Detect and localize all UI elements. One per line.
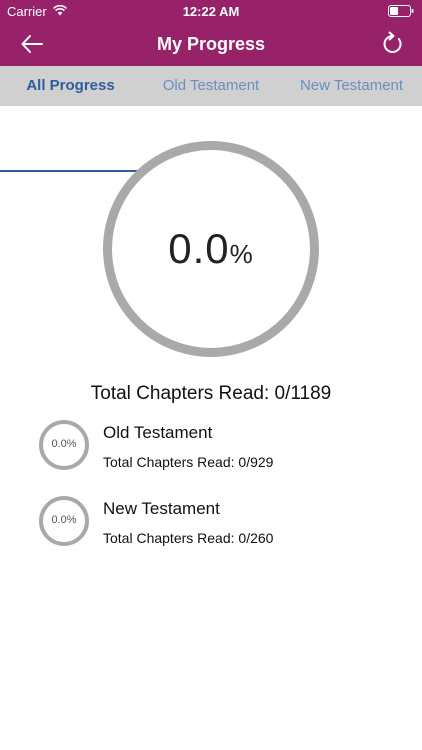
old-testament-total-chapters: Total Chapters Read: 0/929 xyxy=(103,454,274,470)
new-testament-total-chapters: Total Chapters Read: 0/260 xyxy=(103,530,274,546)
overall-percent-sign: % xyxy=(229,239,254,269)
old-testament-title: Old Testament xyxy=(103,423,213,442)
new-testament-progress-value: 0.0% xyxy=(51,514,77,526)
overall-total-chapters: Total Chapters Read: 0/1189 xyxy=(90,383,332,404)
battery-icon xyxy=(388,5,414,17)
active-tab-indicator xyxy=(0,170,141,172)
section-old-testament[interactable]: 0.0% Old Testament Total Chapters Read: … xyxy=(0,420,422,480)
overall-progress-value: 0.0% xyxy=(103,225,319,273)
tab-bar: All Progress Old Testament New Testament xyxy=(0,66,422,172)
status-bar: Carrier 12:22 AM xyxy=(0,0,422,22)
section-new-testament[interactable]: 0.0% New Testament Total Chapters Read: … xyxy=(0,496,422,556)
new-testament-title: New Testament xyxy=(103,499,220,518)
old-testament-progress-value: 0.0% xyxy=(51,438,77,450)
nav-bar: My Progress xyxy=(0,22,422,66)
page-title: My Progress xyxy=(156,34,266,54)
status-time: 12:22 AM xyxy=(182,4,240,19)
tab-new-testament[interactable]: New Testament xyxy=(281,66,422,106)
overall-percent-number: 0.0 xyxy=(168,225,230,272)
refresh-icon[interactable] xyxy=(381,31,403,55)
tab-all-progress[interactable]: All Progress xyxy=(0,66,141,106)
tab-old-testament[interactable]: Old Testament xyxy=(141,66,281,106)
my-progress-screen: Carrier 12:22 AM My Progress All Progres… xyxy=(0,0,422,750)
